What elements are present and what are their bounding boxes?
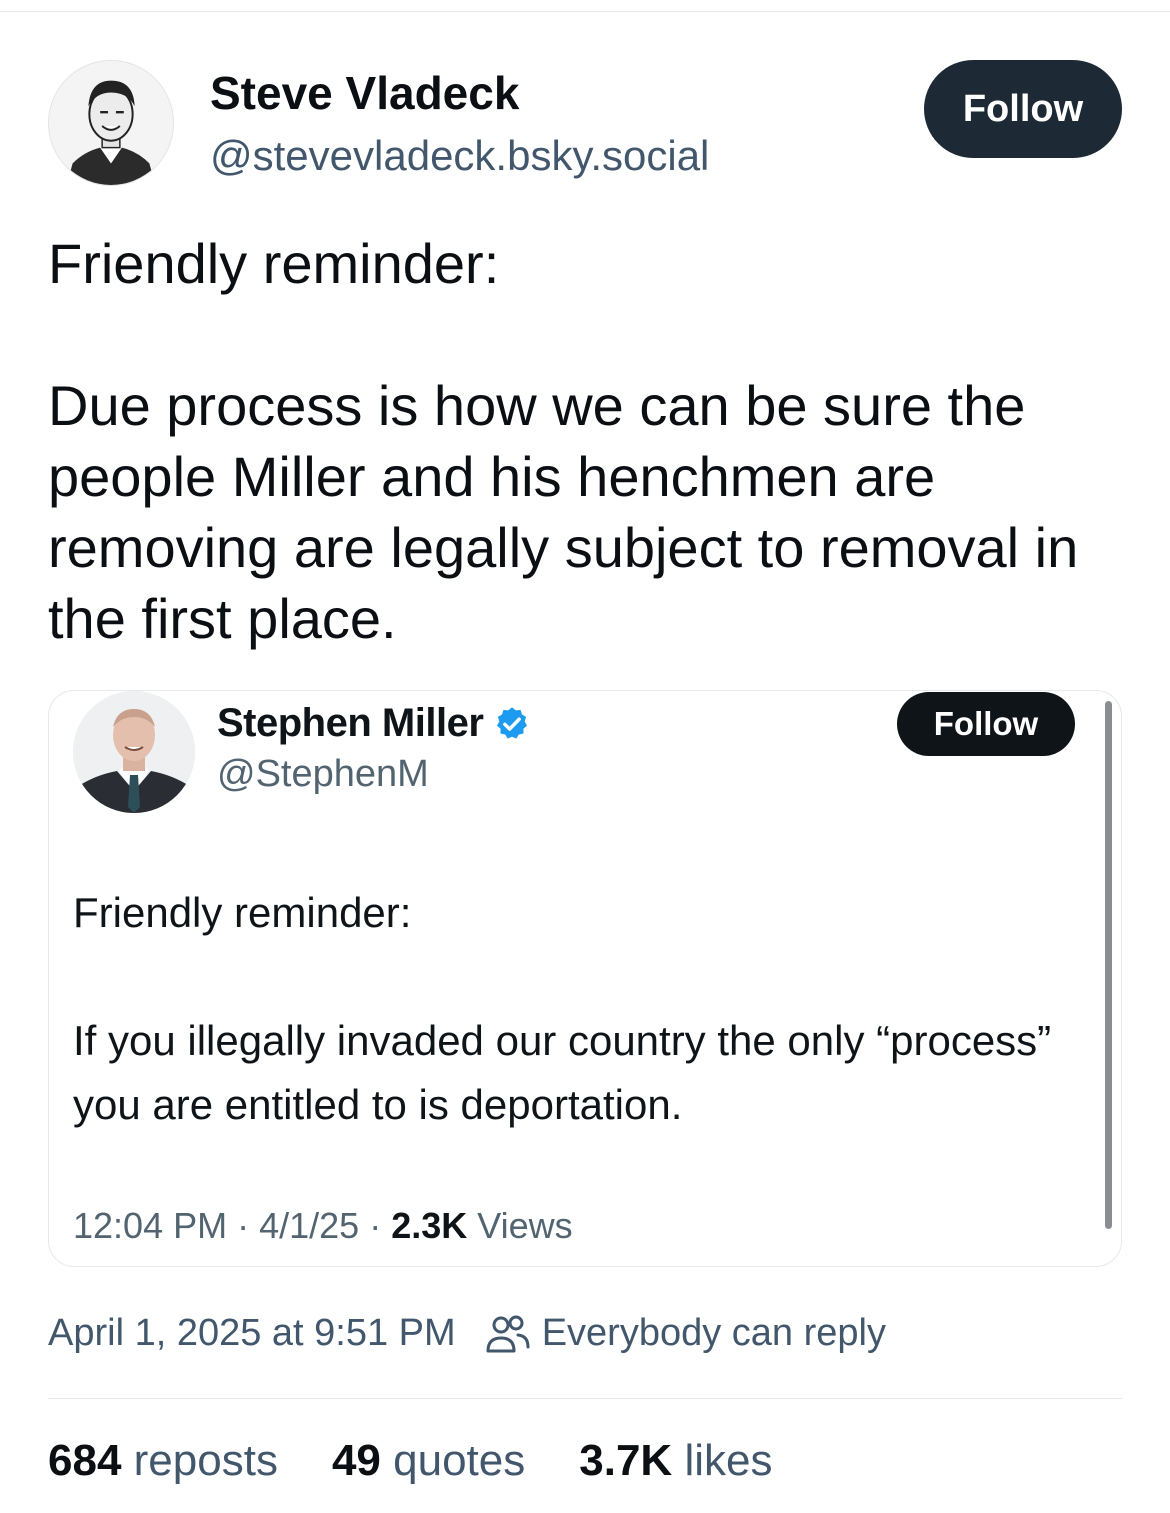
reposts-label: reposts (133, 1436, 278, 1485)
verified-badge-icon (497, 706, 528, 739)
quoted-views-label: Views (477, 1205, 573, 1246)
quoted-post-meta: 12:04 PM · 4/1/25 · 2.3K Views (73, 1205, 573, 1247)
quotes-stat[interactable]: 49 quotes (332, 1436, 525, 1486)
quoted-author-handle[interactable]: @StephenM (217, 753, 429, 796)
quoted-author-photo (73, 691, 195, 813)
likes-count: 3.7K (579, 1436, 673, 1485)
post-paragraph: Due process is how we can be sure the pe… (48, 374, 1079, 650)
quoted-follow-button[interactable]: Follow (897, 692, 1075, 756)
quoted-paragraph: Friendly reminder: (73, 889, 412, 936)
reposts-stat[interactable]: 684 reposts (48, 1436, 278, 1486)
author-avatar-illustration (49, 61, 173, 185)
quoted-author-name[interactable]: Stephen Miller (217, 701, 484, 746)
reposts-count: 684 (48, 1436, 122, 1485)
author-avatar[interactable] (48, 60, 174, 186)
follow-button[interactable]: Follow (924, 60, 1122, 158)
reply-setting-label[interactable]: Everybody can reply (542, 1312, 886, 1355)
quotes-count: 49 (331, 1436, 381, 1485)
post-timestamp[interactable]: April 1, 2025 at 9:51 PM (48, 1312, 456, 1355)
author-handle[interactable]: @stevevladeck.bsky.social (210, 132, 709, 180)
post-meta-row: April 1, 2025 at 9:51 PM Everybody can r… (48, 1312, 886, 1355)
quoted-views-count: 2.3K (391, 1205, 468, 1246)
likes-stat[interactable]: 3.7K likes (579, 1436, 772, 1486)
embed-scrollbar[interactable] (1105, 701, 1112, 1229)
post-body: Friendly reminder: Due process is how we… (48, 228, 1138, 654)
likes-label: likes (684, 1436, 773, 1485)
meta-separator: · (227, 1205, 260, 1246)
quoted-post-embed[interactable]: Stephen Miller @StephenM Follow Friendly… (48, 690, 1122, 1267)
quoted-time: 12:04 PM (73, 1205, 228, 1246)
quoted-date: 4/1/25 (259, 1205, 360, 1246)
quoted-paragraph: If you illegally invaded our country the… (73, 1017, 1052, 1128)
top-divider (0, 11, 1170, 12)
people-icon (486, 1315, 530, 1352)
stats-divider (48, 1398, 1122, 1399)
meta-separator: · (359, 1205, 392, 1246)
engagement-stats: 684 reposts 49 quotes 3.7K likes (48, 1436, 772, 1486)
author-name[interactable]: Steve Vladeck (210, 66, 519, 120)
quoted-author-row: Stephen Miller (217, 701, 531, 746)
quoted-post-body: Friendly reminder: If you illegally inva… (73, 881, 1063, 1137)
quotes-label: quotes (393, 1436, 526, 1485)
quoted-author-avatar[interactable] (73, 691, 195, 813)
post-paragraph: Friendly reminder: (48, 232, 500, 295)
